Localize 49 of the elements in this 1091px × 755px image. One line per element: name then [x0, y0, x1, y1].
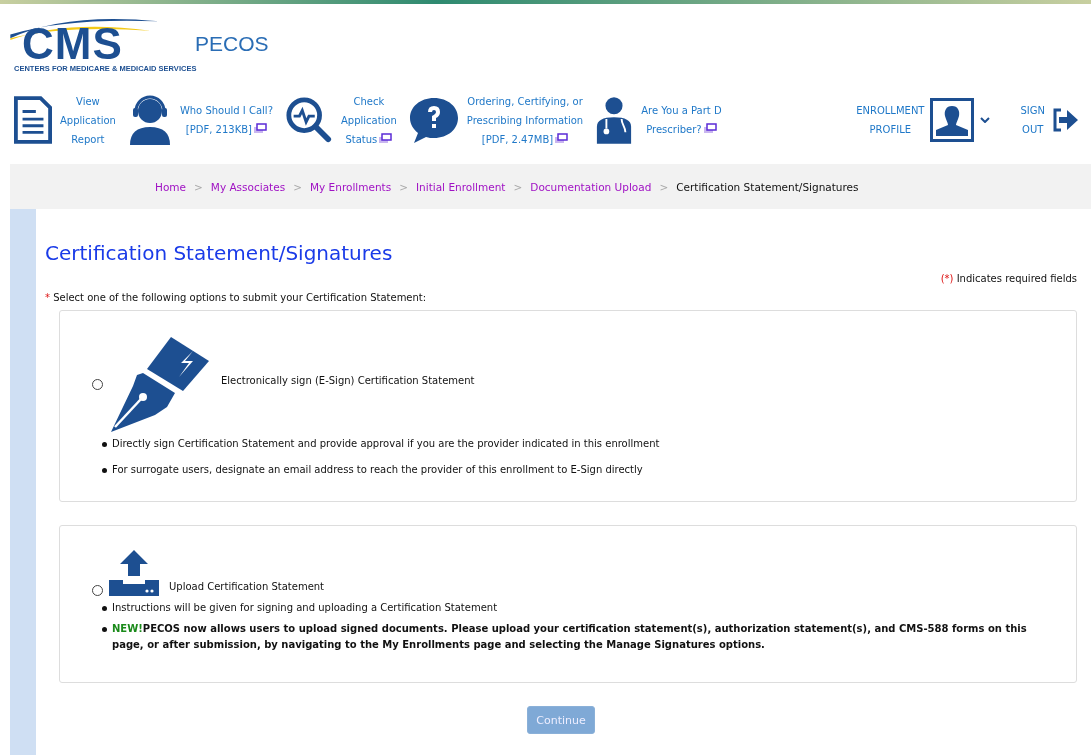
pen-nib-icon	[109, 337, 209, 432]
nav-link[interactable]: Are You a Part D Prescriber?	[641, 101, 722, 139]
document-icon[interactable]	[14, 96, 52, 144]
instruction-text: Select one of the following options to submit your Certification Statement:	[53, 292, 427, 303]
breadcrumb-link[interactable]: My Associates	[210, 180, 286, 193]
upload-icon	[109, 550, 159, 596]
required-note: Indicates required fields	[956, 273, 1077, 284]
bullet-text: Directly sign Certification Statement and provide approval if you are the provider indicated in this enrollment	[112, 437, 660, 451]
bullet-icon	[102, 442, 107, 447]
breadcrumb-link[interactable]: Certification Statement/Signatures	[676, 180, 859, 193]
breadcrumb-link[interactable]: My Enrollments	[310, 180, 392, 193]
breadcrumb-separator: >	[399, 180, 408, 193]
breadcrumb-separator: >	[194, 180, 203, 193]
search-icon[interactable]	[284, 96, 333, 144]
breadcrumb-separator: >	[659, 180, 669, 193]
breadcrumb-link[interactable]: Initial Enrollment	[416, 180, 506, 193]
bullet-icon	[102, 627, 107, 632]
required-mark: (*)	[940, 273, 954, 284]
external-link-icon	[554, 132, 569, 144]
option-label: Upload Certification Statement	[169, 581, 325, 592]
option-label: Electronically sign (E-Sign) Certification Statement	[221, 375, 475, 386]
nav-link[interactable]: Check Application Status	[340, 91, 397, 149]
breadcrumb-link[interactable]: Home	[155, 180, 186, 193]
doctor-icon[interactable]	[595, 96, 634, 144]
breadcrumb-separator: >	[513, 180, 523, 193]
sign-out-icon[interactable]	[1051, 107, 1079, 133]
breadcrumb-link[interactable]: Documentation Upload	[530, 180, 652, 193]
enrollment-profile-link[interactable]: ENROLLMENT PROFILE	[856, 101, 925, 139]
nav-link[interactable]: Ordering, Certifying, or Prescribing Information [PDF, 2.47MB]	[466, 91, 584, 149]
external-link-icon	[702, 123, 717, 134]
page-title: Certification Statement/Signatures	[45, 241, 394, 265]
required-mark: *	[45, 292, 50, 303]
speech-bubble-question-icon[interactable]	[408, 96, 459, 144]
headset-person-icon[interactable]	[127, 95, 172, 145]
external-link-icon	[378, 132, 393, 144]
app-title: PECOS	[195, 32, 269, 57]
chevron-down-icon[interactable]	[980, 117, 991, 123]
bullet-text: Instructions will be given for signing and uploading a Certification Statement	[112, 601, 498, 615]
breadcrumb-separator: >	[293, 180, 302, 193]
bullet-text: NEW!PECOS now allows users to upload signed documents. Please upload your certification statement(s), authorization statement(s), and CMS-588 forms on this page, or after submission, by navigating to the My Enrollments page and selecting the Manage Signatures options.	[112, 622, 1028, 652]
logo-text: CMS	[22, 26, 123, 62]
bullet-icon	[102, 468, 107, 473]
bullet-icon	[102, 606, 107, 611]
avatar-icon[interactable]	[930, 98, 975, 142]
sign-out-link[interactable]: SIGN OUT	[1020, 101, 1045, 139]
external-link-icon	[253, 123, 267, 134]
bullet-text: For surrogate users, designate an email address to reach the provider of this enrollment to E-Sign directly	[112, 463, 643, 477]
nav-link[interactable]: Who Should I Call? [PDF, 213KB]	[179, 101, 273, 139]
nav-link[interactable]: View Application Report	[60, 91, 116, 149]
